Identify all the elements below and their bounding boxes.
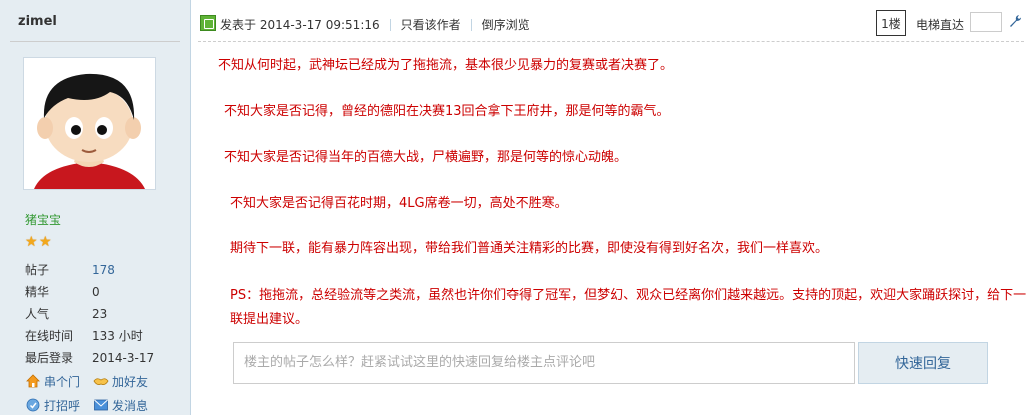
author-sidebar: zimel 猪宝宝 ★★ 帖子 178 精华 0 人气 23 在线时间 133 … [0, 0, 191, 415]
meta-divider [389, 18, 391, 31]
stat-row-digest: 精华 0 [25, 281, 185, 303]
jump-label: 电梯直达 [915, 18, 964, 32]
greet-link[interactable]: 打招呼 [25, 393, 93, 417]
post-paragraph: 期待下一联，能有暴力阵容出现，带给我们普通关注精彩的比赛，即使没有得到好名次，我… [230, 241, 829, 256]
stat-value-digest: 0 [92, 285, 100, 299]
stat-label: 最后登录 [25, 351, 74, 365]
add-friend-label: 加好友 [112, 374, 149, 389]
author-username[interactable]: zimel [18, 14, 57, 29]
quick-reply-input[interactable]: 楼主的帖子怎么样？赶紧试试这里的快速回复给楼主点评论吧 [233, 342, 855, 384]
message-label: 发消息 [112, 398, 149, 413]
post-meta: 发表于 2014-3-17 09:51:16 只看该作者 倒序浏览 [220, 16, 530, 33]
greet-label: 打招呼 [44, 398, 81, 413]
user-actions: 串个门 加好友 打招呼 发消息 [25, 369, 185, 417]
stat-value-last-login: 2014-3-17 [92, 351, 155, 365]
stat-label: 在线时间 [25, 329, 74, 343]
add-friend-link[interactable]: 加好友 [93, 369, 161, 393]
wave-hand-icon [25, 397, 41, 413]
reverse-view-link[interactable]: 倒序浏览 [482, 16, 530, 33]
post-header: 发表于 2014-3-17 09:51:16 只看该作者 倒序浏览 1楼 电梯直… [198, 10, 1026, 38]
header-divider [198, 41, 1024, 43]
stat-label: 帖子 [25, 263, 50, 277]
message-link[interactable]: 发消息 [93, 393, 161, 417]
stat-value-online-time: 133 小时 [92, 329, 143, 343]
post-paragraph: 不知大家是否记得，曾经的德阳在决赛13回合拿下王府井，那是何等的霸气。 [224, 104, 670, 119]
post-timestamp: 发表于 2014-3-17 09:51:16 [220, 18, 380, 32]
visit-link[interactable]: 串个门 [25, 369, 93, 393]
stat-row-popularity: 人气 23 [25, 303, 185, 325]
meta-divider [470, 18, 472, 31]
envelope-icon [93, 397, 109, 413]
floor-number[interactable]: 1楼 [876, 10, 906, 36]
stat-row-online-time: 在线时间 133 小时 [25, 325, 185, 347]
stat-value-posts[interactable]: 178 [92, 259, 115, 281]
stat-row-posts: 帖子 178 [25, 259, 185, 281]
wrench-icon[interactable] [1008, 14, 1024, 30]
floor-jump-input[interactable] [970, 12, 1002, 32]
post-paragraph: PS：拖拖流，总经验流等之类流，虽然也许你们夺得了冠军，但梦幻、观众已经离你们越… [230, 288, 1027, 327]
stat-label: 人气 [25, 307, 50, 321]
stat-row-last-login: 最后登录 2014-3-17 [25, 347, 185, 369]
quick-reply-button[interactable]: 快速回复 [858, 342, 988, 384]
rank-stars: ★★ [25, 235, 53, 249]
sidebar-divider [10, 41, 180, 42]
visit-label: 串个门 [44, 374, 81, 389]
only-author-link[interactable]: 只看该作者 [401, 16, 461, 33]
stat-label: 精华 [25, 285, 50, 299]
post-paragraph: 不知大家是否记得百花时期，4LG席卷一切，高处不胜寒。 [230, 196, 568, 211]
home-icon [25, 373, 41, 389]
user-rank: 猪宝宝 [25, 213, 62, 227]
user-stats: 帖子 178 精华 0 人气 23 在线时间 133 小时 最后登录 2014-… [25, 259, 185, 369]
star-icon: ★ [25, 234, 38, 250]
stat-value-popularity: 23 [92, 307, 108, 321]
handshake-icon [93, 373, 109, 389]
star-icon: ★ [39, 234, 52, 250]
post-status-icon [200, 15, 216, 31]
avatar-image [24, 58, 155, 189]
post-paragraph: 不知从何时起，武神坛已经成为了拖拖流，基本很少见暴力的复赛或者决赛了。 [218, 58, 674, 73]
avatar[interactable] [23, 57, 156, 190]
post-paragraph: 不知大家是否记得当年的百德大战，尸横遍野，那是何等的惊心动魄。 [224, 150, 628, 165]
